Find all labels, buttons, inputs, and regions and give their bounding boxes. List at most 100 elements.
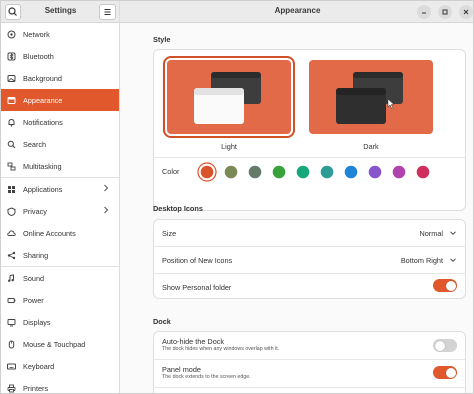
size-label: Size <box>162 229 177 238</box>
divider <box>154 387 465 388</box>
sidebar-item-label: Online Accounts <box>23 228 76 238</box>
minimize-button[interactable] <box>417 5 431 19</box>
toggle-knob <box>434 340 445 351</box>
sidebar-item-label: Notifications <box>23 117 63 127</box>
sidebar-item-label: Background <box>23 73 62 83</box>
sidebar-header: Settings <box>1 1 119 23</box>
color-swatch-purple[interactable] <box>368 165 382 179</box>
color-swatch-olive[interactable] <box>224 165 238 179</box>
sidebar-item-background[interactable]: Background <box>1 67 119 89</box>
privacy-icon <box>7 206 16 216</box>
sidebar-item-label: Bluetooth <box>23 51 54 61</box>
display-icon <box>7 318 16 327</box>
show-personal-folder-toggle[interactable] <box>433 279 457 292</box>
show-personal-folder-label: Show Personal folder <box>162 283 232 292</box>
sidebar-item-mouse-touchpad[interactable]: Mouse & Touchpad <box>1 333 119 355</box>
size-row[interactable]: Size Normal <box>154 220 465 246</box>
multitasking-icon <box>7 162 16 171</box>
sidebar-item-label: Applications <box>23 184 63 194</box>
sidebar-item-label: Multitasking <box>23 161 62 171</box>
light-theme-option[interactable] <box>163 56 295 138</box>
panel-mode-toggle[interactable] <box>433 366 457 379</box>
toggle-knob <box>445 280 456 291</box>
sidebar-item-label: Displays <box>23 317 51 327</box>
sidebar-item-label: Privacy <box>23 206 47 216</box>
chevron-down-icon <box>450 258 456 263</box>
dark-theme-label: Dark <box>363 142 379 151</box>
maximize-button[interactable] <box>438 5 452 19</box>
sidebar-item-sharing[interactable]: Sharing <box>1 244 119 266</box>
sidebar-item-label: Printers <box>23 383 49 393</box>
sidebar-item-label: Sound <box>23 273 45 283</box>
icon-position-value: Bottom Right <box>400 256 443 265</box>
sidebar-item-displays[interactable]: Displays <box>1 311 119 333</box>
bell-icon <box>7 118 16 127</box>
sidebar-item-label: Sharing <box>23 250 49 260</box>
settings-window: Settings Network Bluetooth Background Ap… <box>0 0 474 394</box>
color-swatch-green[interactable] <box>272 165 286 179</box>
minimize-icon <box>422 12 426 14</box>
chevron-right-icon <box>103 184 111 194</box>
keyboard-icon <box>7 362 16 371</box>
color-swatch-orange[interactable] <box>200 165 214 179</box>
icon-position-row[interactable]: Position of New Icons Bottom Right <box>154 247 465 273</box>
sidebar-item-appearance[interactable]: Appearance <box>1 89 119 111</box>
sidebar-item-network[interactable]: Network <box>1 23 119 45</box>
close-button[interactable] <box>459 5 473 19</box>
autohide-dock-label: Auto-hide the Dock <box>162 337 225 346</box>
sidebar-menu-button[interactable] <box>99 4 116 20</box>
autohide-dock-toggle[interactable] <box>433 339 457 352</box>
color-label: Color <box>162 167 180 176</box>
sharing-icon <box>7 251 16 260</box>
size-value: Normal <box>419 229 443 238</box>
power-icon <box>7 296 16 305</box>
color-swatch-teal[interactable] <box>320 165 334 179</box>
divider <box>154 157 465 158</box>
dark-theme-option[interactable] <box>309 60 433 134</box>
icon-position-label: Position of New Icons <box>162 256 233 265</box>
sidebar-item-search[interactable]: Search <box>1 133 119 155</box>
sidebar-item-label: Search <box>23 139 47 149</box>
color-swatch-teal-green[interactable] <box>296 165 310 179</box>
autohide-dock-description: The dock hides when any windows overlap … <box>162 346 280 352</box>
bluetooth-icon <box>7 52 16 61</box>
sidebar-item-privacy[interactable]: Privacy <box>1 200 119 222</box>
maximize-icon <box>442 9 448 15</box>
sidebar-item-online-accounts[interactable]: Online Accounts <box>1 222 119 244</box>
dark-theme-preview <box>336 72 403 124</box>
desktop-icons-section-title: Desktop Icons <box>153 204 203 213</box>
sidebar-item-label: Network <box>23 29 50 39</box>
color-swatch-sage[interactable] <box>248 165 262 179</box>
sidebar-item-printers[interactable]: Printers <box>1 377 119 393</box>
close-icon <box>463 9 469 15</box>
panel-mode-description: The dock extends to the screen edge. <box>162 374 251 380</box>
chevron-down-icon <box>450 231 456 236</box>
sidebar-item-power[interactable]: Power <box>1 289 119 311</box>
sidebar: Settings Network Bluetooth Background Ap… <box>1 1 120 393</box>
sidebar-item-multitasking[interactable]: Multitasking <box>1 155 119 177</box>
sidebar-item-notifications[interactable]: Notifications <box>1 111 119 133</box>
content-header: Appearance <box>120 1 473 23</box>
mouse-icon <box>7 340 16 349</box>
network-icon <box>7 30 16 39</box>
color-swatch-red[interactable] <box>416 165 430 179</box>
desktop-icons-card: Size Normal Position of New Icons Bottom… <box>153 219 466 299</box>
sidebar-item-label: Mouse & Touchpad <box>23 339 86 349</box>
dock-section-title: Dock <box>153 317 171 326</box>
printer-icon <box>7 384 16 393</box>
sidebar-item-applications[interactable]: Applications <box>1 178 119 200</box>
sidebar-item-keyboard[interactable]: Keyboard <box>1 355 119 377</box>
dock-card: Auto-hide the Dock The dock hides when a… <box>153 331 466 393</box>
light-theme-label: Light <box>221 142 237 151</box>
sidebar-item-bluetooth[interactable]: Bluetooth <box>1 45 119 67</box>
color-swatch-blue[interactable] <box>344 165 358 179</box>
color-swatch-magenta[interactable] <box>392 165 406 179</box>
light-theme-preview <box>194 72 261 124</box>
style-card: Light Dark Color <box>153 49 466 211</box>
toggle-knob <box>445 367 456 378</box>
sidebar-item-sound[interactable]: Sound <box>1 267 119 289</box>
sidebar-item-label: Keyboard <box>23 361 55 371</box>
panel-mode-label: Panel mode <box>162 365 201 374</box>
online-accounts-icon <box>7 229 16 238</box>
background-icon <box>7 74 16 83</box>
